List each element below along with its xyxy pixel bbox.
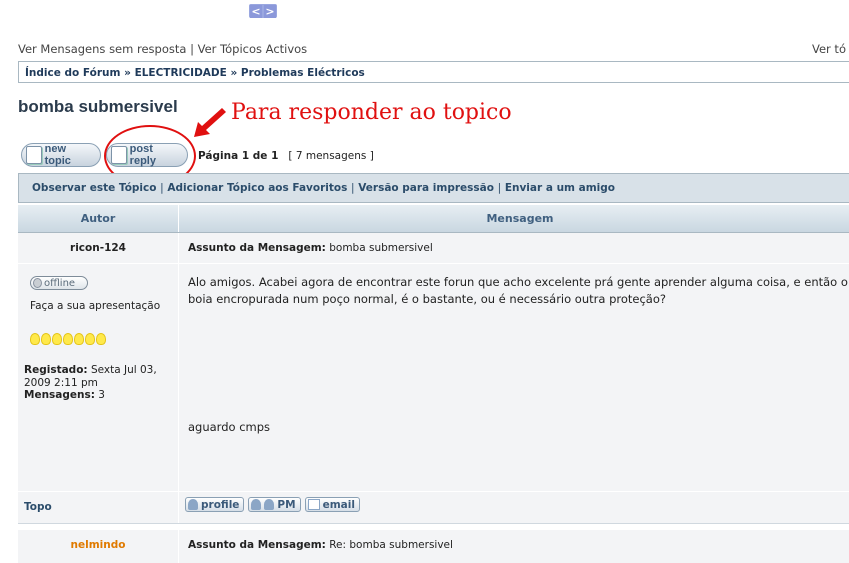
active-topics-link[interactable]: Ver Tópicos Activos: [198, 42, 308, 56]
print-version-link[interactable]: Versão para impressão: [358, 182, 494, 194]
profile-label: profile: [201, 498, 240, 511]
author-details: Registado: Sexta Jul 03, 2009 2:11 pm Me…: [24, 364, 174, 402]
quick-link-right[interactable]: Ver tó: [812, 42, 846, 56]
subject-text: Re: bomba submersivel: [329, 539, 453, 551]
column-divider: [178, 530, 179, 563]
new-topic-label: new topic: [44, 143, 71, 167]
email-friend-link[interactable]: Enviar a um amigo: [505, 182, 615, 194]
subject-label: Assunto da Mensagem:: [188, 242, 326, 254]
breadcrumb: Índice do Fórum » ELECTRICIDADE » Proble…: [18, 61, 849, 83]
pm-button[interactable]: PM: [248, 497, 301, 512]
subject-text: bomba submersivel: [329, 242, 433, 254]
annotation-arrow-icon: [194, 108, 226, 137]
user-rank: Faça a sua apresentação: [30, 300, 161, 312]
posts-table-header: Autor Mensagem: [18, 205, 849, 233]
row-divider: [18, 491, 849, 492]
breadcrumb-index[interactable]: Índice do Fórum: [25, 67, 120, 79]
rank-bulb-icon: [63, 333, 73, 345]
rank-bulb-icon: [30, 333, 40, 345]
post-author[interactable]: ricon-124: [18, 242, 178, 254]
post-author[interactable]: nelmindo: [18, 539, 178, 551]
rank-stars: [30, 333, 106, 345]
rank-bulb-icon: [41, 333, 51, 345]
prev-next-nav[interactable]: < >: [249, 4, 277, 18]
rank-bulb-icon: [85, 333, 95, 345]
topic-toolbar: Observar este Tópico | Adicionar Tópico …: [18, 173, 849, 203]
message-count: [ 7 mensagens ]: [288, 150, 374, 162]
quick-links: Ver Mensagens sem resposta | Ver Tópicos…: [18, 42, 307, 56]
post-subject: Assunto da Mensagem: bomba submersivel: [188, 242, 433, 254]
email-label: email: [322, 498, 355, 511]
envelope-icon: [307, 499, 320, 510]
breadcrumb-subforum[interactable]: Problemas Eléctricos: [241, 67, 365, 79]
link-separator: |: [190, 42, 194, 56]
lightbulb-icon: [33, 278, 42, 288]
profile-button[interactable]: profile: [185, 497, 245, 512]
annotation-text: Para responder ao topico: [231, 100, 512, 125]
unanswered-link[interactable]: Ver Mensagens sem resposta: [18, 42, 186, 56]
post-body-line: Alo amigos. Acabei agora de encontrar es…: [188, 275, 848, 289]
toolbar-separator: |: [351, 182, 355, 194]
column-divider: [178, 233, 179, 523]
add-favorites-link[interactable]: Adicionar Tópico aos Favoritos: [167, 182, 347, 194]
post-signature: aguardo cmps: [188, 420, 271, 434]
users-icon: [264, 499, 275, 510]
post-subject: Assunto da Mensagem: Re: bomba submersiv…: [188, 539, 453, 551]
status-badge: offline: [30, 276, 88, 290]
post-body-line: boia encropurada num poço normal, é o ba…: [188, 292, 666, 306]
post-body: Alo amigos. Acabei agora de encontrar es…: [188, 274, 849, 308]
users-icon: [251, 499, 262, 510]
breadcrumb-separator: »: [230, 67, 238, 79]
breadcrumb-forum[interactable]: ELECTRICIDADE: [135, 67, 227, 79]
breadcrumb-separator: »: [124, 67, 131, 79]
posts-count: 3: [98, 389, 105, 401]
back-to-top-link[interactable]: Topo: [24, 501, 52, 513]
email-button[interactable]: email: [304, 497, 360, 512]
page-indicator: Página 1 de 1: [198, 150, 279, 162]
row-divider: [18, 263, 849, 264]
rank-bulb-icon: [96, 333, 106, 345]
rank-bulb-icon: [74, 333, 84, 345]
watch-topic-link[interactable]: Observar este Tópico: [32, 182, 156, 194]
pagination: Página 1 de 1 [ 7 mensagens ]: [198, 150, 374, 162]
next-arrow-icon[interactable]: >: [264, 4, 276, 18]
document-icon: [26, 146, 42, 164]
post-actions: profile PM email: [185, 497, 360, 512]
message-column-header: Mensagem: [486, 212, 554, 225]
rank-bulb-icon: [52, 333, 62, 345]
author-column-header: Autor: [18, 205, 179, 232]
post-separator: [18, 523, 849, 530]
post: nelmindo Assunto da Mensagem: Re: bomba …: [18, 530, 849, 563]
toolbar-separator: |: [160, 182, 164, 194]
page-title[interactable]: bomba submersivel: [18, 97, 178, 117]
user-icon: [188, 499, 198, 510]
prev-arrow-icon[interactable]: <: [250, 4, 262, 18]
subject-label: Assunto da Mensagem:: [188, 539, 326, 551]
registered-label: Registado:: [24, 364, 88, 376]
pm-label: PM: [277, 498, 296, 511]
post: ricon-124 Assunto da Mensagem: bomba sub…: [18, 233, 849, 523]
toolbar-separator: |: [497, 182, 502, 194]
posts-count-label: Mensagens:: [24, 389, 95, 401]
status-text: offline: [44, 277, 76, 289]
new-topic-button[interactable]: new topic: [21, 143, 101, 167]
